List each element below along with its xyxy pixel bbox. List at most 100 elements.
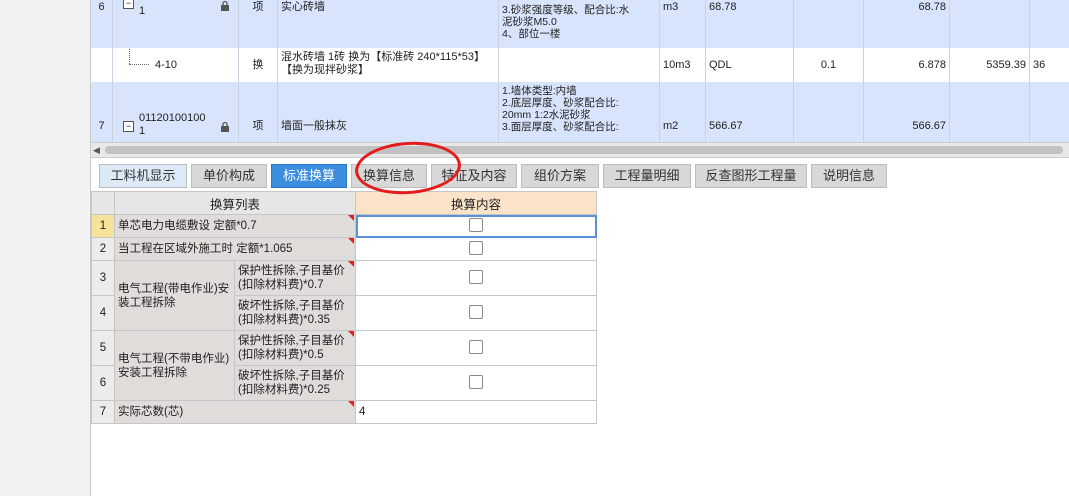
conversion-value-cell[interactable] (355, 365, 597, 401)
item-features (499, 48, 660, 82)
column-header-content: 换算内容 (355, 191, 597, 215)
conversion-value-cell[interactable] (355, 260, 597, 296)
conversion-value-cell[interactable] (355, 214, 597, 238)
checkbox[interactable] (469, 339, 483, 354)
item-features: 1.墙体类型:内墙 2.底层厚度、砂浆配合比: 20mm 1:2水泥砂浆 3.面… (499, 82, 660, 142)
conversion-group-label: 电气工程(不带电作业)安装工程拆除 (114, 330, 235, 401)
conversion-table: 换算列表 换算内容 1 单芯电力电缆敷设 定额*0.7 2 当工程在区域外施工时… (91, 191, 597, 424)
checkbox[interactable] (469, 374, 483, 389)
table-row[interactable]: 7 − 01120100100 1 项 墙面一般抹灰 1.墙体类型:内墙 2.底… (91, 82, 1069, 142)
tab-standard-conversion[interactable]: 标准换算 (271, 164, 347, 188)
quota-code-cell: 4-10 (113, 48, 239, 82)
tab-conversion-info[interactable]: 换算信息 (351, 164, 427, 188)
conversion-label-text: 单芯电力电缆敷设 定额*0.7 (118, 220, 257, 232)
tab-description-info[interactable]: 说明信息 (811, 164, 887, 188)
tab-unit-price-composition[interactable]: 单价构成 (191, 164, 267, 188)
item-unit: m2 (660, 82, 706, 142)
table-row[interactable]: 5 电气工程(不带电作业)安装工程拆除 保护性拆除,子目基价(扣除材料费)*0.… (91, 330, 597, 401)
item-quantity-expr: QDL (706, 48, 794, 82)
conversion-label-text: 破坏性拆除,子目基价(扣除材料费)*0.35 (238, 300, 345, 326)
table-row[interactable]: 6 − 1 项 实心砖墙 3.砂浆强度等级、配合比:水 泥砂浆M5.0 4、部位… (91, 0, 1069, 49)
conversion-label-text: 破坏性拆除,子目基价(扣除材料费)*0.25 (238, 370, 345, 396)
conversion-value-cell[interactable] (355, 237, 597, 261)
tab-pricing-scheme[interactable]: 组价方案 (521, 164, 599, 188)
conversion-label: 保护性拆除,子目基价(扣除材料费)*0.7 (234, 260, 356, 296)
row-number: 7 (91, 400, 115, 424)
table-row[interactable]: 3 电气工程(带电作业)安装工程拆除 保护性拆除,子目基价(扣除材料费)*0.7 (91, 260, 597, 331)
row-number (91, 48, 113, 82)
item-coefficient (794, 82, 864, 142)
item-quantity: 68.78 (864, 0, 950, 48)
tab-reverse-graphic-quantity[interactable]: 反查图形工程量 (695, 164, 807, 188)
item-type: 项 (239, 82, 278, 142)
conversion-grid: 换算列表 换算内容 1 单芯电力电缆敷设 定额*0.7 2 当工程在区域外施工时… (91, 191, 597, 424)
conversion-label: 破坏性拆除,子目基价(扣除材料费)*0.35 (234, 295, 356, 331)
horizontal-scrollbar[interactable]: ◀ (91, 142, 1069, 158)
item-type: 换 (239, 48, 278, 82)
conversion-value-input[interactable]: 4 (355, 400, 597, 424)
conversion-label: 单芯电力电缆敷设 定额*0.7 (114, 214, 356, 238)
tab-labor-material-machine[interactable]: 工料机显示 (99, 164, 187, 188)
quota-name: 混水砖墙 1砖 换为【标准砖 240*115*53】 【换为现拌砂浆】 (278, 48, 499, 82)
item-price: 5359.39 (950, 48, 1030, 82)
table-row[interactable]: 4-10 换 混水砖墙 1砖 换为【标准砖 240*115*53】 【换为现拌砂… (91, 48, 1069, 83)
feature-line: 泥砂浆M5.0 (502, 16, 557, 28)
conversion-label: 保护性拆除,子目基价(扣除材料费)*0.5 (234, 330, 356, 366)
item-name: 实心砖墙 (278, 0, 499, 48)
collapse-icon[interactable]: − (123, 0, 134, 9)
item-features: 3.砂浆强度等级、配合比:水 泥砂浆M5.0 4、部位一楼 (499, 0, 660, 48)
comment-marker (348, 401, 354, 407)
item-quantity: 6.878 (864, 48, 950, 82)
item-code: 01120100100 1 (139, 112, 206, 137)
item-type: 项 (239, 0, 278, 48)
checkbox[interactable] (469, 217, 483, 232)
row-number: 4 (91, 295, 115, 331)
item-extra (1030, 82, 1069, 142)
app-window: 6 − 1 项 实心砖墙 3.砂浆强度等级、配合比:水 泥砂浆M5.0 4、部位… (90, 0, 1069, 496)
scroll-left-icon[interactable]: ◀ (93, 145, 100, 156)
tab-quantity-details[interactable]: 工程量明细 (603, 164, 691, 188)
conversion-label-text: 保护性拆除,子目基价(扣除材料费)*0.7 (238, 265, 345, 291)
table-row[interactable]: 7 实际芯数(芯) 4 (91, 400, 597, 424)
row-number: 3 (91, 260, 115, 296)
item-quantity: 566.67 (864, 82, 950, 142)
conversion-label-text: 当工程在区域外施工时 定额*1.065 (118, 243, 293, 255)
conversion-value-cell[interactable] (355, 295, 597, 331)
conversion-label: 当工程在区域外施工时 定额*1.065 (114, 237, 356, 261)
row-number: 2 (91, 237, 115, 261)
table-row[interactable]: 1 单芯电力电缆敷设 定额*0.7 (91, 214, 597, 238)
conversion-value-cell[interactable] (355, 330, 597, 366)
feature-line: 3.面层厚度、砂浆配合比: (502, 121, 619, 133)
row-number: 7 (91, 82, 113, 142)
row-number: 5 (91, 330, 115, 366)
scrollbar-thumb[interactable] (105, 146, 1063, 154)
row-number: 6 (91, 365, 115, 401)
feature-line: 2.底层厚度、砂浆配合比: (502, 97, 619, 109)
table-row[interactable]: 2 当工程在区域外施工时 定额*1.065 (91, 237, 597, 261)
feature-line: 4、部位一楼 (502, 28, 561, 40)
tab-features-content[interactable]: 特征及内容 (431, 164, 517, 188)
item-code-cell: − 01120100100 1 (113, 82, 239, 142)
checkbox[interactable] (469, 304, 483, 319)
lock-icon (220, 0, 230, 15)
item-price (950, 82, 1030, 142)
checkbox[interactable] (469, 269, 483, 284)
comment-marker (348, 238, 354, 244)
corner-header (91, 191, 115, 215)
checkbox[interactable] (469, 240, 483, 255)
item-price (950, 0, 1030, 48)
comment-marker (348, 331, 354, 337)
item-code: 1 (139, 5, 146, 17)
feature-line: 3.砂浆强度等级、配合比:水 (502, 4, 630, 16)
detail-tabs: 工料机显示 单价构成 标准换算 换算信息 特征及内容 组价方案 工程量明细 反查… (91, 160, 1069, 190)
collapse-icon[interactable]: − (123, 121, 134, 132)
feature-line: 1.墙体类型:内墙 (502, 85, 577, 97)
row-number: 6 (91, 0, 113, 48)
row-number: 1 (91, 214, 115, 238)
feature-line: 20mm 1:2水泥砂浆 (502, 109, 591, 121)
column-header-list: 换算列表 (114, 191, 356, 215)
conversion-group-label: 电气工程(带电作业)安装工程拆除 (114, 260, 235, 331)
item-unit: m3 (660, 0, 706, 48)
bill-items-grid: 6 − 1 项 实心砖墙 3.砂浆强度等级、配合比:水 泥砂浆M5.0 4、部位… (91, 0, 1069, 142)
item-extra: 36 (1030, 48, 1069, 82)
